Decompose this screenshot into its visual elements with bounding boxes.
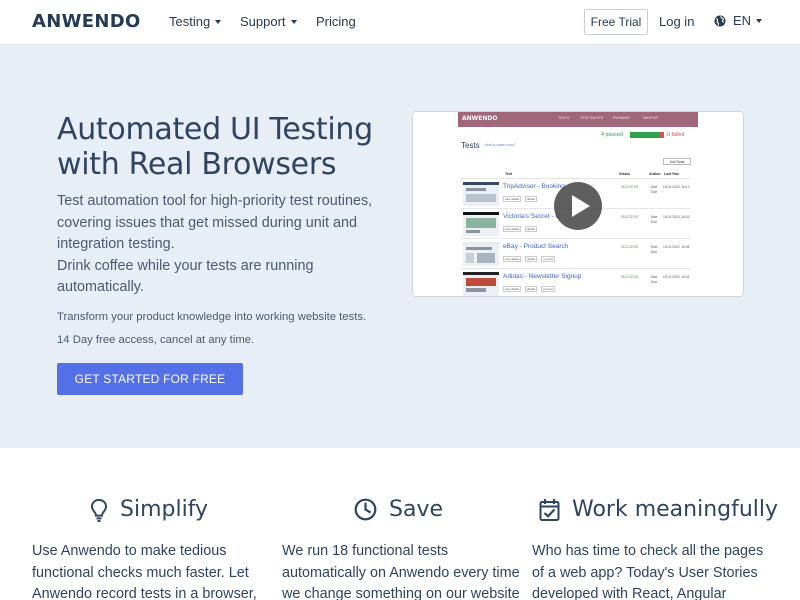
- table-row: eBay - Product Search view details detai…: [461, 238, 691, 268]
- test-last-run: 19.01.2019, 15:55: [663, 245, 690, 249]
- feature-simplify-heading: Simplify: [90, 497, 208, 522]
- hero-title-line2: with Real Browsers: [57, 147, 337, 182]
- nav-pricing-link[interactable]: Pricing: [316, 14, 356, 29]
- tests-hint-link: what to create a test?: [485, 143, 516, 147]
- demo-video-player[interactable]: ANWENDO TESTS TEST SUITES RUNNING MASTER…: [412, 111, 744, 297]
- app-header-bar: ANWENDO TESTS TEST SUITES RUNNING MASTER: [458, 112, 698, 127]
- language-selector[interactable]: EN: [714, 13, 763, 28]
- column-header: Test: [505, 172, 513, 176]
- feature-simplify-text: Use Anwendo to make tedious functional c…: [32, 543, 257, 600]
- feature-work-text: Who has time to check all the pages of a…: [532, 543, 764, 600]
- caret-down-icon: [290, 19, 297, 24]
- nav-testing-label: Testing: [169, 14, 211, 29]
- get-started-button[interactable]: GET STARTED FOR FREE: [57, 363, 243, 395]
- caret-down-icon: [215, 19, 222, 24]
- test-title: Adidas - Newsletter Signup: [503, 273, 582, 280]
- test-status: SUCCESS: [621, 245, 639, 249]
- globe-icon: [714, 15, 726, 26]
- tests-heading: Tests: [461, 141, 480, 150]
- failed-count: 0 failed: [667, 132, 685, 138]
- test-thumbnail: [463, 212, 499, 236]
- hero-section: Automated UI Testing with Real Browsers …: [0, 45, 800, 448]
- column-header: Author: [649, 172, 661, 176]
- hero-lead: Test automation tool for high-priority t…: [57, 191, 387, 299]
- test-thumbnail: [463, 182, 499, 206]
- hero-note-transform: Transform your product knowledge into wo…: [57, 311, 367, 323]
- logo[interactable]: ANWENDO: [32, 11, 141, 32]
- app-menu-item: TEST SUITES: [580, 116, 604, 120]
- test-thumbnail: [463, 272, 499, 296]
- view-details-button: view details: [503, 196, 521, 202]
- details-button: details: [525, 196, 537, 202]
- caret-down-icon: [756, 18, 763, 23]
- test-author: Max Doe: [651, 215, 658, 224]
- hero-lead-text-2: Drink coffee while your tests are runnin…: [57, 257, 314, 296]
- failed-bar: [660, 132, 664, 138]
- test-title: eBay - Product Search: [503, 243, 569, 250]
- nav-pricing-label: Pricing: [316, 14, 356, 29]
- nav-support-label: Support: [240, 14, 286, 29]
- feature-title: Work meaningfully: [572, 497, 779, 522]
- clock-icon: [354, 498, 377, 521]
- test-author: Max Doe: [651, 275, 658, 284]
- feature-title: Simplify: [120, 497, 209, 522]
- hero-note-free-access: 14 Day free access, cancel at any time.: [57, 334, 255, 346]
- feature-save-text: We run 18 functional tests automatically…: [282, 543, 520, 600]
- view-details-button: view details: [503, 256, 521, 262]
- passed-bar: [630, 132, 660, 138]
- details-button: details: [525, 286, 537, 292]
- test-thumbnail: [463, 242, 499, 266]
- test-last-run: 19.01.2019, 15:41: [663, 275, 690, 279]
- run-test-button: run test: [541, 286, 555, 292]
- test-author: Max Doe: [651, 185, 658, 194]
- test-status: SUCCESS: [621, 275, 639, 279]
- test-author: Max Doe: [651, 245, 658, 254]
- hero-title: Automated UI Testing with Real Browsers: [57, 112, 397, 182]
- hero-title-line1: Automated UI Testing: [57, 112, 373, 147]
- app-menu-item: RUNNING: [613, 116, 630, 120]
- app-menu-item: TESTS: [558, 116, 570, 120]
- play-icon[interactable]: [554, 182, 602, 230]
- test-status: SUCCESS: [621, 215, 639, 219]
- language-label: EN: [733, 13, 752, 28]
- feature-title: Save: [389, 497, 444, 522]
- app-menu-item: MASTER: [643, 116, 658, 120]
- feature-work-heading: Work meaningfully: [539, 497, 778, 522]
- hero-lead-text: Test automation tool for high-priority t…: [57, 193, 373, 252]
- test-status: SUCCESS: [621, 185, 639, 189]
- details-button: details: [525, 226, 537, 232]
- lightbulb-icon: [90, 498, 108, 522]
- test-last-run: 19.01.2019, 16:01: [663, 215, 690, 219]
- view-details-button: view details: [503, 286, 521, 292]
- details-button: details: [525, 256, 537, 262]
- add-test-button: Add Tests: [663, 158, 691, 165]
- column-header: Last Run: [664, 172, 680, 176]
- calendar-check-icon: [539, 498, 560, 521]
- test-title: TripAdvisor - Booking: [503, 183, 565, 190]
- test-last-run: 19.01.2019, 16:12: [663, 185, 690, 189]
- feature-save-heading: Save: [354, 497, 443, 522]
- login-link[interactable]: Log in: [659, 14, 694, 29]
- app-logo: ANWENDO: [462, 115, 498, 122]
- run-test-button: run test: [541, 256, 555, 262]
- table-row: Adidas - Newsletter Signup view details …: [461, 268, 691, 296]
- passed-count: 4 passed: [601, 132, 623, 138]
- nav-support-menu[interactable]: Support: [240, 14, 297, 29]
- view-details-button: view details: [503, 226, 521, 232]
- column-header: Status: [619, 172, 630, 176]
- top-navbar: ANWENDO Testing Support Pricing Free Tri…: [0, 0, 800, 45]
- test-title: Victoria's Secret - C: [503, 213, 561, 220]
- nav-testing-menu[interactable]: Testing: [169, 14, 222, 29]
- free-trial-button[interactable]: Free Trial: [584, 9, 648, 35]
